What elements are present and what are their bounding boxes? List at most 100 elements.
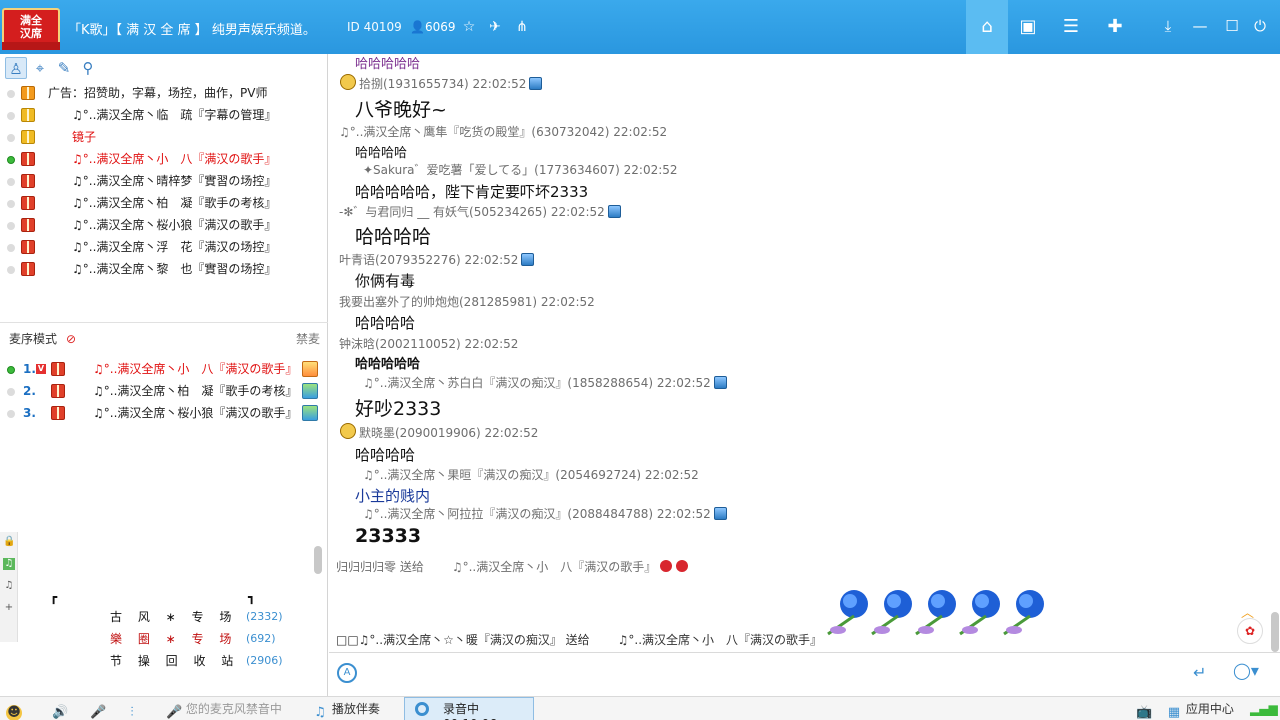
recording-button[interactable]: 录音中 00:10:06 [404,697,534,720]
chat-bubble-icon[interactable]: ◯▾ [1233,661,1259,680]
gift-icon [21,152,35,166]
user-name: 镜子 [72,130,97,144]
chat-sender: 拾捌(1931655734) 22:02:52 [359,75,543,92]
status-dot [7,200,15,208]
gift-to: ♫°..满汉全席丶小 八『满汉の歌手』 [451,560,657,574]
user-row[interactable]: 镜子 [0,126,328,148]
user-row[interactable]: ♫°..满汉全席丶小 八『满汉の歌手』 [0,148,328,170]
sub-channel-name: 节 操 回 收 站 [110,654,240,668]
status-dot [7,134,15,142]
queue-row[interactable]: 3. ♫°..满汉全席丶桜小狼『满汉の歌手』 [0,402,328,424]
sub-channel-row[interactable]: 节 操 回 收 站 (2906) [0,650,300,672]
logo-ribbon [2,42,60,50]
mic-muted-text: 您的麦克风禁音中 [185,702,282,716]
queue-number: 1. [23,362,36,376]
user-list-icon[interactable]: ♙ [5,57,27,79]
lock-icon: 🔒 [3,536,16,547]
sender-text: 叶青语(2079352276) 22:02:52 [339,253,519,267]
gamepad-icon[interactable]: ✚ [1102,14,1128,40]
level-badge-icon [302,405,318,421]
font-style-icon[interactable]: A [337,663,357,683]
tv-icon[interactable]: 📺 [1136,699,1152,720]
user-row[interactable]: ♫°..满汉全席丶柏 凝『歌手の考核』 [0,192,328,214]
profile-card-icon[interactable]: ▣ [1015,14,1041,40]
status-dot [7,112,15,120]
gift-icon [51,362,65,376]
mascot-icon[interactable]: ☻ [6,699,22,720]
device-icon [713,376,727,389]
play-accompaniment-button[interactable]: ♫ 播放伴奏 [312,699,380,720]
user-name: ♫°..满汉全席丶黎 也『實習の场控』 [72,262,277,276]
user-name: ♫°..满汉全席丶浮 花『满汉の场控』 [72,240,277,254]
chat-sender: -✻゛与君同归 __ 有妖气(505234265) 22:02:52 [339,203,621,220]
chat-message: 哈哈哈哈哈，陛下肯定要吓坏2333 [355,183,589,201]
speaker-icon[interactable]: 🔊 [52,699,68,720]
phone-icon [521,253,535,266]
enter-icon[interactable]: ↵ [1193,663,1206,682]
music-note-icon: ♫ [314,705,326,720]
bracket-close: ┓ [248,590,256,604]
gift-to: ♫°..满汉全席丶小 八『满汉の歌手』 [617,633,823,647]
status-dot [7,244,15,252]
flower-gift-icon[interactable]: ✿ [1237,618,1263,644]
channel-id: ID 40109 [347,20,402,34]
user-row[interactable]: ♫°..满汉全席丶临 疏『字幕の管理』 [0,104,328,126]
share-icon[interactable]: ⋔ [513,18,531,36]
music-icon: ♫ [3,558,15,570]
user-row[interactable]: 广告：招赞助，字幕，场控，曲作，PV师 [0,82,328,104]
device-icon [529,77,543,90]
play-accompaniment-label: 播放伴奏 [331,702,380,716]
sub-channel-row[interactable]: 樂 圈 ∗ 专 场 (692) [0,628,300,650]
list-icon[interactable]: ☰ [1058,14,1084,40]
download-icon[interactable]: ⤓ [1158,16,1178,36]
channel-title: 「K歌」【 满 汉 全 席 】 纯男声娱乐频道。 [68,23,316,38]
sub-channel-count: (2906) [246,654,283,667]
favorite-star-icon[interactable]: ☆ [460,18,478,36]
location-icon[interactable]: ⌖ [29,57,51,79]
user-icon: 👤 [410,20,425,34]
chat-message: 你俩有毒 [355,272,416,290]
home-icon[interactable]: ⌂ [974,14,1000,40]
online-count: 👤6069 [410,20,456,34]
chat-message: 小主的贱内 [355,487,431,505]
sender-text: 拾捌(1931655734) 22:02:52 [359,77,527,91]
gift-icon [21,108,35,122]
mic-off-icon[interactable]: ⊘ [66,332,80,346]
status-dot [7,222,15,230]
queue-row[interactable]: 2. ♫°..满汉全席丶柏 凝『歌手の考核』 [0,380,328,402]
user-row[interactable]: ♫°..满汉全席丶黎 也『實習の场控』 [0,258,328,280]
plane-icon[interactable]: ✈ [486,18,504,36]
microphone-icon[interactable]: 🎤 [90,699,106,720]
left-scrollbar[interactable] [314,546,322,574]
maximize-icon[interactable]: ☐ [1222,16,1242,36]
gift-notice: 归归归归零 送给 ♫°..满汉全席丶小 八『满汉の歌手』 [336,558,689,575]
search-icon[interactable]: ⚲ [77,57,99,79]
top-bar: 满全 汉席 「K歌」【 满 汉 全 席 】 纯男声娱乐频道。 ID 40109 … [0,0,1280,54]
chat-sender: ♫°..满汉全席丶鹰隼『吃货の殿堂』(630732042) 22:02:52 [339,125,668,139]
chat-input-bar[interactable]: A ↵ ◯▾ [329,652,1280,692]
user-row[interactable]: ♫°..满汉全席丶晴梓梦『實習の场控』 [0,170,328,192]
minimize-icon[interactable]: — [1190,16,1210,36]
ban-mic-button[interactable]: 禁麦 [296,330,320,347]
power-icon[interactable]: ⏻ [1250,16,1270,36]
notes-icon[interactable]: ✎ [53,57,75,79]
status-dot [7,366,15,374]
signal-icon: ▂▄▆ [1250,702,1278,716]
chat-message: 好吵2333 [355,398,442,420]
user-row[interactable]: ♫°..满汉全席丶浮 花『满汉の场控』 [0,236,328,258]
app-center-button[interactable]: ▦ 应用中心 [1166,699,1234,720]
user-row[interactable]: ♫°..满汉全席丶桜小狼『满汉の歌手』 [0,214,328,236]
status-dot [7,266,15,274]
mixer-icon[interactable]: ⫶ [124,699,140,720]
chat-scrollbar[interactable] [1271,612,1279,652]
chat-area: ⇣ 哈哈哈哈哈 拾捌(1931655734) 22:02:52 八爷晚好~ ♫°… [329,54,1280,652]
chat-sender: 钟沫晗(2002110052) 22:02:52 [339,337,519,351]
sub-channel-row[interactable]: 古 风 ∗ 专 场 (2332) [0,606,300,628]
queue-row[interactable]: 1. V ♫°..满汉全席丶小 八『满汉の歌手』 [0,358,328,380]
status-dot [7,388,15,396]
status-dot [7,90,15,98]
sender-text: -✻゛与君同归 __ 有妖气(505234265) 22:02:52 [339,205,605,219]
record-icon [415,702,429,716]
device-icon [607,205,621,218]
chat-sender: ♫°..满汉全席丶苏白白『满汉の痴汉』(1858288654) 22:02:52 [363,374,727,391]
